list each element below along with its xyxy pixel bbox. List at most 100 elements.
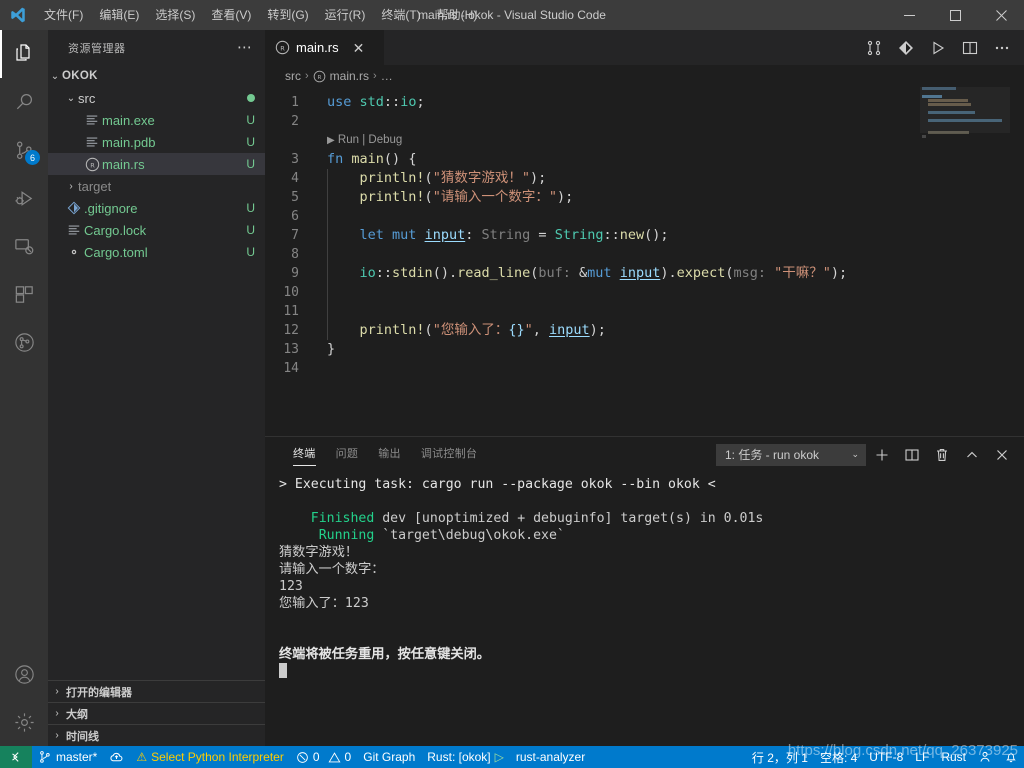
code-line-9: io::stdin().read_line(buf: &mut input).e…: [313, 264, 1024, 283]
tree-item-target[interactable]: › target: [48, 175, 265, 197]
terminal-output[interactable]: > Executing task: cargo run --package ok…: [265, 472, 1024, 746]
tab-output[interactable]: 输出: [368, 437, 411, 472]
problems-indicator[interactable]: 0 0: [290, 746, 357, 768]
activity-source-control[interactable]: 6: [0, 126, 48, 174]
git-status-badge: U: [246, 223, 255, 237]
split-diff-icon[interactable]: [860, 30, 888, 65]
menu-file[interactable]: 文件(F): [36, 0, 91, 30]
activity-git-graph[interactable]: [0, 318, 48, 366]
split-terminal-icon[interactable]: [898, 441, 926, 469]
notifications-button[interactable]: [998, 746, 1024, 768]
sidebar-header: 资源管理器 ⋯: [48, 30, 265, 65]
close-panel-icon[interactable]: [988, 441, 1016, 469]
tree-item-main-pdb[interactable]: main.pdb U: [48, 131, 265, 153]
terminal-selector-dropdown[interactable]: 1: 任务 - run okok ⌄: [716, 443, 866, 466]
tree-root-okok[interactable]: ⌄ OKOK: [48, 65, 265, 87]
tree-item-cargo-lock[interactable]: Cargo.lock U: [48, 219, 265, 241]
activity-extensions[interactable]: [0, 270, 48, 318]
close-icon[interactable]: ✕: [353, 41, 365, 55]
maximize-button[interactable]: [932, 0, 978, 30]
python-interpreter-button[interactable]: ⚠ Select Python Interpreter: [130, 746, 290, 768]
menu-go[interactable]: 转到(G): [259, 0, 316, 30]
tree-item-src[interactable]: ⌄ src: [48, 87, 265, 109]
activity-run-debug[interactable]: [0, 174, 48, 222]
codelens-run-link[interactable]: Run: [338, 134, 359, 146]
section-timeline[interactable]: › 时间线: [48, 724, 265, 746]
git-sync-button[interactable]: [103, 746, 130, 768]
section-open-editors[interactable]: › 打开的编辑器: [48, 680, 265, 702]
breadcrumb-src[interactable]: src: [285, 69, 301, 83]
indentation-button[interactable]: 空格: 4: [814, 746, 863, 768]
minimize-button[interactable]: [886, 0, 932, 30]
error-circle-icon: [296, 751, 309, 764]
git-graph-button[interactable]: Git Graph: [357, 746, 421, 768]
smiley-icon: [978, 750, 992, 764]
editor-scrollbar[interactable]: [1010, 87, 1024, 436]
line-number: 12: [283, 323, 299, 338]
toml-file-icon: [64, 245, 84, 259]
tab-terminal[interactable]: 终端: [283, 437, 326, 472]
terminal-line: 您输入了：123: [279, 596, 369, 611]
tree-item-main-rs[interactable]: R main.rs U: [48, 153, 265, 175]
sidebar-more-icon[interactable]: ⋯: [237, 40, 253, 55]
menu-view[interactable]: 查看(V): [203, 0, 259, 30]
code-editor[interactable]: 1 2 3 4 5 6 7 8 9 10 11 12 13 14 use std…: [265, 87, 1024, 436]
code-content[interactable]: use std::io; ▶ Run | Debug fn main() { p…: [313, 87, 1024, 436]
language-mode-button[interactable]: Rust: [935, 746, 972, 768]
rust-target-button[interactable]: Rust: [okok] ▷: [421, 746, 510, 768]
git-lens-icon[interactable]: [892, 30, 920, 65]
tree-item-gitignore[interactable]: .gitignore U: [48, 197, 265, 219]
menu-selection[interactable]: 选择(S): [147, 0, 203, 30]
close-button[interactable]: [978, 0, 1024, 30]
code-line-3: fn main() {: [327, 151, 417, 167]
remote-window-indicator[interactable]: [0, 746, 32, 768]
breadcrumb-ellipsis[interactable]: …: [381, 69, 393, 83]
bell-icon: [1004, 750, 1018, 764]
tab-label: main.rs: [296, 40, 339, 55]
new-terminal-icon[interactable]: [868, 441, 896, 469]
python-interpreter-label: Select Python Interpreter: [151, 750, 284, 764]
menu-terminal[interactable]: 终端(T): [373, 0, 428, 30]
section-outline[interactable]: › 大纲: [48, 702, 265, 724]
codelens-run-debug[interactable]: ▶ Run | Debug: [313, 131, 1024, 150]
more-actions-icon[interactable]: [988, 30, 1016, 65]
tree-item-cargo-toml[interactable]: Cargo.toml U: [48, 241, 265, 263]
git-branch-indicator[interactable]: master*: [32, 746, 103, 768]
feedback-button[interactable]: [972, 746, 998, 768]
activity-remote-explorer[interactable]: [0, 222, 48, 270]
activity-accounts[interactable]: [0, 650, 48, 698]
chevron-right-icon: ›: [55, 730, 59, 741]
cursor-position-button[interactable]: 行 2，列 1: [746, 746, 814, 768]
encoding-button[interactable]: UTF-8: [863, 746, 909, 768]
play-icon: ▶: [327, 135, 335, 146]
panel-actions: 1: 任务 - run okok ⌄: [716, 441, 1016, 469]
menu-edit[interactable]: 编辑(E): [91, 0, 147, 30]
menu-run[interactable]: 运行(R): [317, 0, 374, 30]
split-editor-icon[interactable]: [956, 30, 984, 65]
activity-search[interactable]: [0, 78, 48, 126]
sync-cloud-icon: [109, 750, 124, 765]
kill-terminal-icon[interactable]: [928, 441, 956, 469]
tab-problems[interactable]: 问题: [326, 437, 369, 472]
run-icon[interactable]: [924, 30, 952, 65]
menu-bar: 文件(F) 编辑(E) 选择(S) 查看(V) 转到(G) 运行(R) 终端(T…: [36, 0, 485, 30]
eol-button[interactable]: LF: [909, 746, 935, 768]
tree-item-main-exe[interactable]: main.exe U: [48, 109, 265, 131]
maximize-panel-icon[interactable]: [958, 441, 986, 469]
activity-settings[interactable]: [0, 698, 48, 746]
codelens-debug-link[interactable]: Debug: [368, 134, 402, 146]
extensions-icon: [13, 283, 36, 306]
binary-file-icon: [82, 135, 102, 149]
rust-analyzer-status[interactable]: rust-analyzer: [510, 746, 591, 768]
code-line-8: [313, 245, 1024, 264]
activity-explorer[interactable]: [0, 30, 48, 78]
breadcrumb-main-rs[interactable]: main.rs: [330, 69, 369, 83]
explorer-icon: [12, 42, 36, 66]
tab-debug-console[interactable]: 调试控制台: [411, 437, 488, 472]
vscode-window: 文件(F) 编辑(E) 选择(S) 查看(V) 转到(G) 运行(R) 终端(T…: [0, 0, 1024, 768]
tab-main-rs[interactable]: R main.rs ✕: [265, 30, 385, 65]
menu-help[interactable]: 帮助(H): [429, 0, 486, 30]
terminal-selector-value: 1: 任务 - run okok: [725, 448, 820, 462]
play-icon[interactable]: ▷: [495, 750, 504, 764]
line-number: 13: [283, 342, 299, 357]
